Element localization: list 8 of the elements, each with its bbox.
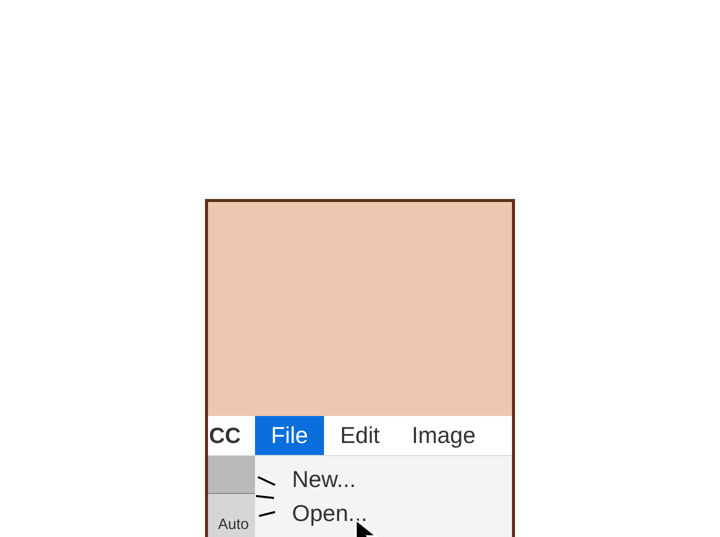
menu-item[interactable]: Image (396, 416, 492, 455)
dropdown-item[interactable]: New... (292, 462, 356, 496)
toolbar-panel (208, 456, 255, 494)
menu-item[interactable]: Edit (324, 416, 396, 455)
app-name: CC (208, 422, 242, 450)
toolbar-label: Auto (217, 516, 250, 534)
dropdown-item[interactable]: Open... (292, 496, 368, 530)
menu-item[interactable]: File (255, 416, 324, 455)
